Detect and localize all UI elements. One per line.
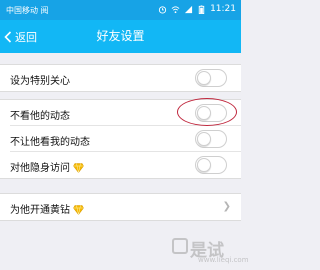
setting-label: 为他开通黄钻 <box>10 201 84 216</box>
status-bar: 中国移动 阅 11:21 <box>0 0 241 20</box>
group-bottom-border <box>0 178 241 179</box>
watermark: 是试 www.lieqi.com <box>172 236 249 266</box>
signal-icon <box>184 5 193 13</box>
page-title: 好友设置 <box>96 29 145 43</box>
hide-his-feed-toggle[interactable] <box>195 104 227 122</box>
setting-label: 不让他看我的动态 <box>10 137 90 148</box>
nav-bar: 返回 好友设置 <box>0 20 241 53</box>
toggle-knob <box>197 132 211 146</box>
alarm-icon <box>158 5 167 14</box>
status-icons: 11:21 <box>158 4 236 14</box>
wifi-icon <box>171 5 180 13</box>
toggle-knob <box>197 106 211 120</box>
setting-row-invisible-visit: 对他隐身访问 <box>0 152 241 178</box>
chevron-right-icon: ❯ <box>222 201 231 212</box>
invisible-visit-toggle[interactable] <box>195 156 227 174</box>
setting-row-block-my-feed: 不让他看我的动态 <box>0 126 241 152</box>
battery-icon <box>198 4 205 14</box>
setting-row-open-yellow-diamond[interactable]: 为他开通黄钻 ❯ <box>0 194 241 220</box>
watermark-subtext: www.lieqi.com <box>198 256 249 264</box>
setting-label: 不看他的动态 <box>10 111 70 122</box>
yellow-diamond-icon <box>73 163 84 173</box>
setting-label: 对他隐身访问 <box>10 159 84 174</box>
setting-label: 设为特别关心 <box>10 76 70 87</box>
watermark-logo-icon <box>172 238 188 254</box>
block-my-feed-toggle[interactable] <box>195 130 227 148</box>
toggle-knob <box>197 71 211 85</box>
special-care-toggle[interactable] <box>195 69 227 87</box>
watermark-text: 是试 <box>190 241 224 261</box>
group-bottom-border <box>0 220 241 221</box>
clock: 11:21 <box>210 4 236 14</box>
setting-row-special-care: 设为特别关心 <box>0 65 241 91</box>
setting-row-hide-his-feed: 不看他的动态 <box>0 100 241 126</box>
group-bottom-border <box>0 91 241 92</box>
yellow-diamond-icon <box>73 205 84 215</box>
toggle-knob <box>197 158 211 172</box>
carrier-label: 中国移动 阅 <box>6 6 49 15</box>
